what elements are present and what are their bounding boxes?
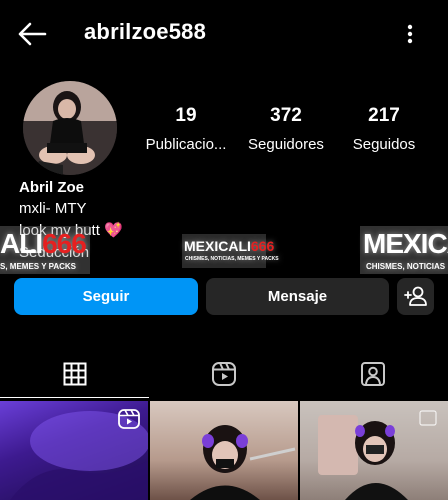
post-thumbnail[interactable] (300, 401, 448, 500)
profile-username: abrilzoe588 (84, 19, 207, 44)
watermark-center-text: MEXICALI (184, 238, 251, 254)
grid-icon (63, 362, 86, 385)
watermark-left-tagline: S, MEMES Y PACKS (0, 262, 77, 271)
posts-label: Publicacio... (145, 136, 227, 153)
watermark-center-tagline: CHISMES, NOTICIAS, MEMES Y PACKS (185, 256, 279, 262)
bio-line-1: mxli- MTY (19, 200, 87, 217)
profile-tabs (0, 350, 448, 398)
reels-icon (211, 362, 236, 386)
tagged-icon (360, 362, 385, 386)
more-vertical-icon (407, 24, 413, 44)
watermark-right: MEXICA CHISMES, NOTICIAS (360, 226, 448, 274)
watermark-center: MEXICALI666 CHISMES, NOTICIAS, MEMES Y P… (182, 234, 279, 268)
suggested-users-button[interactable] (397, 278, 434, 315)
following-count: 217 (368, 105, 400, 126)
profile-photo (23, 81, 117, 175)
tab-posts-grid[interactable] (0, 350, 149, 398)
tab-reels[interactable] (149, 350, 298, 398)
watermark-right-tagline: CHISMES, NOTICIAS (366, 262, 446, 271)
posts-count: 19 (175, 105, 197, 126)
followers-label: Seguidores (248, 136, 324, 153)
stat-following[interactable]: 217 Seguidos (334, 104, 434, 156)
stat-followers[interactable]: 372 Seguidores (236, 104, 336, 156)
post-photo (190, 425, 296, 500)
more-options-button[interactable] (400, 20, 420, 48)
avatar[interactable] (23, 81, 117, 175)
add-person-icon (404, 286, 427, 306)
follow-button[interactable]: Seguir (14, 278, 198, 315)
post-thumbnail[interactable] (150, 401, 298, 500)
top-bar: abrilzoe588 (0, 0, 448, 66)
stat-posts[interactable]: 19 Publicacio... (136, 104, 236, 156)
reels-badge-icon (118, 409, 140, 429)
watermark-center-number: 666 (250, 238, 275, 254)
posts-grid (0, 401, 448, 500)
followers-count: 372 (270, 105, 302, 126)
watermark-left-number: 666 (42, 228, 87, 259)
following-label: Seguidos (352, 136, 416, 153)
message-button[interactable]: Mensaje (206, 278, 389, 315)
post-thumbnail[interactable] (0, 401, 148, 500)
watermark-left: ALI666 S, MEMES Y PACKS (0, 226, 90, 274)
watermark-right-text: MEXICA (363, 228, 448, 259)
tab-tagged[interactable] (298, 350, 447, 398)
post-photo (318, 410, 437, 500)
arrow-left-icon (18, 22, 47, 46)
profile-display-name: Abril Zoe (19, 179, 85, 196)
back-button[interactable] (16, 20, 48, 48)
watermark-left-text: ALI (0, 228, 43, 259)
